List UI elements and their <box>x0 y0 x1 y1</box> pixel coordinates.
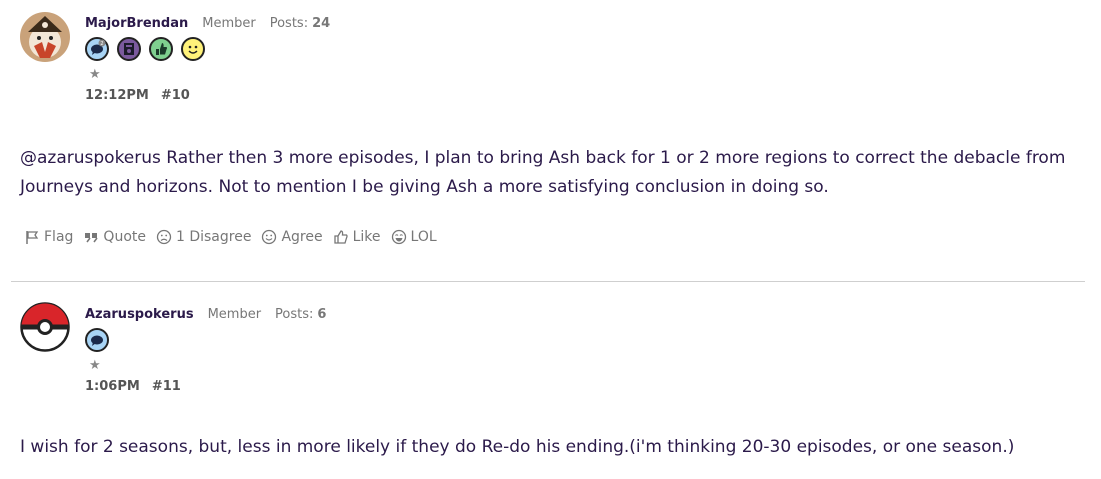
user-role: Member <box>207 307 262 322</box>
badge-list <box>85 328 326 352</box>
post-divider <box>11 281 1085 282</box>
author-name[interactable]: Azaruspokerus <box>85 307 194 322</box>
post-timestamp-line: 1:06PM #11 <box>85 379 326 394</box>
disagree-label: 1 Disagree <box>175 229 252 245</box>
quote-label: Quote <box>103 229 146 245</box>
comment-badge-icon[interactable]: 2 <box>85 37 109 61</box>
quote-icon <box>83 229 99 245</box>
posts-count: 6 <box>317 307 327 322</box>
lol-label: LOL <box>410 229 437 245</box>
svg-text:2: 2 <box>100 41 103 47</box>
agree-button[interactable]: Agree <box>261 229 323 245</box>
author-name[interactable]: MajorBrendan <box>85 16 188 31</box>
like-label: Like <box>352 229 381 245</box>
lol-button[interactable]: LOL <box>391 229 437 245</box>
smiley-badge-icon[interactable] <box>181 37 205 61</box>
flag-label: Flag <box>44 229 74 245</box>
posts-label: Posts: <box>269 16 309 31</box>
thumbs-up-badge-icon[interactable] <box>149 37 173 61</box>
user-role: Member <box>202 16 256 31</box>
reaction-bar: Flag Quote 1 Disagree Agree Like LOL <box>24 229 437 245</box>
rank-star: ★ <box>89 358 101 373</box>
quote-button[interactable]: Quote <box>83 229 146 245</box>
post-body: @azaruspokerus Rather then 3 more episod… <box>20 148 1066 197</box>
rank-star: ★ <box>89 67 101 82</box>
smile-icon <box>261 229 277 245</box>
avatar[interactable] <box>20 12 70 62</box>
disagree-button[interactable]: 1 Disagree <box>156 229 251 245</box>
agree-label: Agree <box>281 229 323 245</box>
posts-count: 24 <box>312 16 331 31</box>
post-number[interactable]: #10 <box>161 88 190 103</box>
post-number[interactable]: #11 <box>152 379 181 394</box>
frown-icon <box>156 229 172 245</box>
thumbs-up-icon <box>333 229 349 245</box>
flag-button[interactable]: Flag <box>24 229 73 245</box>
post-time[interactable]: 12:12PM <box>85 88 149 103</box>
post-body: I wish for 2 seasons, but, less in more … <box>20 437 1015 457</box>
laugh-icon <box>391 229 407 245</box>
posts-label: Posts: <box>275 307 314 322</box>
badge-list: 2 <box>85 37 330 61</box>
like-button[interactable]: Like <box>333 229 381 245</box>
journal-badge-icon[interactable] <box>117 37 141 61</box>
post-meta: MajorBrendan Member Posts: 24 2 ★ 12:12P… <box>85 16 330 103</box>
avatar[interactable] <box>20 302 70 352</box>
post-time[interactable]: 1:06PM <box>85 379 140 394</box>
post-meta: Azaruspokerus Member Posts: 6 ★ 1:06PM #1… <box>85 307 326 394</box>
post-timestamp-line: 12:12PM #10 <box>85 88 330 103</box>
flag-icon <box>24 229 40 245</box>
comment-badge-icon[interactable] <box>85 328 109 352</box>
